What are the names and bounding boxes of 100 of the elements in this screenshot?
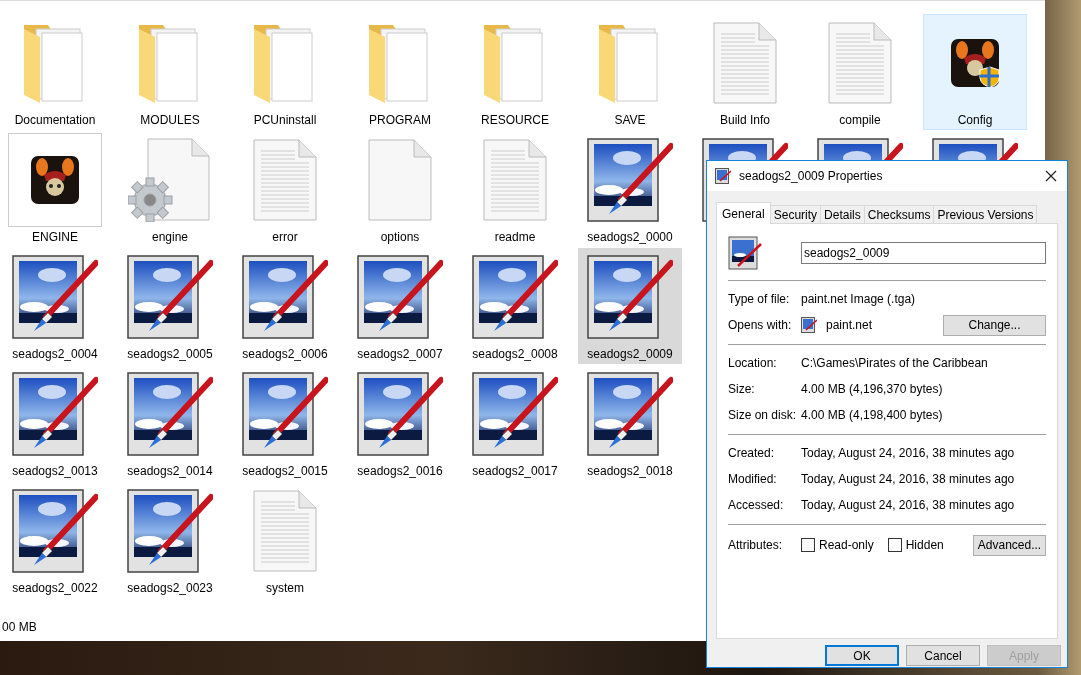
file-item[interactable]: engine [118, 131, 222, 247]
change-button[interactable]: Change... [943, 314, 1046, 336]
checkbox[interactable] [801, 538, 815, 552]
file-item[interactable]: seadogs2_0016 [348, 365, 452, 481]
image-brush-icon[interactable] [12, 372, 98, 456]
property-value: paint.net Image (.tga) [801, 292, 916, 306]
image-brush-icon[interactable] [12, 255, 98, 339]
file-item[interactable]: RESOURCE [463, 14, 567, 130]
file-name: seadogs2_0009 [587, 347, 673, 361]
property-label: Type of file: [728, 292, 791, 306]
file-item[interactable]: options [348, 131, 452, 247]
file-name: seadogs2_0004 [12, 347, 98, 361]
dialog-button[interactable]: OK [825, 645, 899, 666]
file-name: options [380, 230, 420, 244]
file-item[interactable]: seadogs2_0004 [3, 248, 107, 364]
file-name: RESOURCE [481, 113, 549, 127]
file-name: seadogs2_0023 [127, 581, 213, 595]
property-label: Created: [728, 446, 776, 460]
image-brush-icon[interactable] [242, 372, 328, 456]
file-name: seadogs2_0005 [127, 347, 213, 361]
file-item[interactable]: seadogs2_0008 [463, 248, 567, 364]
file-name: SAVE [614, 113, 646, 127]
file-name-field[interactable]: seadogs2_0009 [801, 242, 1046, 264]
file-item[interactable]: seadogs2_0009 [578, 248, 682, 364]
property-value: C:\Games\Pirates of the Caribbean [801, 356, 988, 370]
file-name: seadogs2_0015 [242, 464, 328, 478]
checkbox-label: Read-only [819, 538, 874, 552]
property-label: Attributes: [728, 538, 784, 552]
file-name: system [266, 581, 304, 595]
file-item[interactable]: seadogs2_0022 [3, 482, 107, 598]
file-name: seadogs2_0014 [127, 464, 213, 478]
image-brush-icon[interactable] [587, 255, 673, 339]
image-brush-icon[interactable] [472, 255, 558, 339]
property-label: Modified: [728, 472, 778, 486]
file-item[interactable]: error [233, 131, 337, 247]
file-name: Config [957, 113, 993, 127]
image-brush-icon[interactable] [12, 489, 98, 573]
file-name: Documentation [14, 113, 96, 127]
tab[interactable]: Previous Versions [933, 205, 1038, 223]
tab[interactable]: Security [769, 205, 822, 223]
dialog-button[interactable]: Cancel [906, 645, 980, 666]
file-item[interactable]: seadogs2_0018 [578, 365, 682, 481]
file-name: MODULES [140, 113, 200, 127]
file-item[interactable]: seadogs2_0000 [578, 131, 682, 247]
file-item[interactable]: MODULES [118, 14, 222, 130]
file-item[interactable]: Build Info [693, 14, 797, 130]
file-name: seadogs2_0007 [357, 347, 443, 361]
file-name: seadogs2_0013 [12, 464, 98, 478]
image-brush-icon [715, 168, 731, 184]
advanced-button[interactable]: Advanced... [973, 534, 1046, 556]
file-item[interactable]: PROGRAM [348, 14, 452, 130]
image-brush-icon[interactable] [242, 255, 328, 339]
close-icon[interactable] [1045, 170, 1057, 182]
property-value: Today, August 24, 2016, 38 minutes ago [801, 446, 1015, 460]
file-item[interactable]: PCUninstall [233, 14, 337, 130]
file-name: PROGRAM [369, 113, 431, 127]
file-item[interactable]: readme [463, 131, 567, 247]
property-label: Location: [728, 356, 778, 370]
tab[interactable]: General [716, 202, 771, 224]
file-item[interactable]: seadogs2_0006 [233, 248, 337, 364]
file-name: ENGINE [32, 230, 78, 244]
file-item[interactable]: seadogs2_0014 [118, 365, 222, 481]
file-item[interactable]: Config [923, 14, 1027, 130]
file-name: engine [151, 230, 188, 244]
image-brush-icon[interactable] [127, 489, 213, 573]
property-label: Accessed: [728, 498, 785, 512]
property-label: Size: [728, 382, 756, 396]
property-value: Today, August 24, 2016, 38 minutes ago [801, 472, 1015, 486]
file-name: seadogs2_0000 [587, 230, 673, 244]
property-value: Today, August 24, 2016, 38 minutes ago [801, 498, 1015, 512]
image-brush-icon [728, 236, 762, 270]
file-name: seadogs2_0022 [12, 581, 98, 595]
file-item[interactable]: seadogs2_0013 [3, 365, 107, 481]
skull-app-icon[interactable] [30, 155, 80, 205]
file-item[interactable]: seadogs2_0007 [348, 248, 452, 364]
file-item[interactable]: system [233, 482, 337, 598]
file-item[interactable]: Documentation [3, 14, 107, 130]
file-name: readme [494, 230, 536, 244]
dialog-title: seadogs2_0009 Properties [739, 169, 884, 183]
file-item[interactable]: seadogs2_0023 [118, 482, 222, 598]
image-brush-icon[interactable] [472, 372, 558, 456]
image-brush-icon[interactable] [587, 372, 673, 456]
file-name: PCUninstall [253, 113, 317, 127]
file-item[interactable]: seadogs2_0015 [233, 365, 337, 481]
image-brush-icon[interactable] [127, 255, 213, 339]
file-item[interactable]: SAVE [578, 14, 682, 130]
file-item[interactable]: seadogs2_0005 [118, 248, 222, 364]
file-item[interactable]: seadogs2_0017 [463, 365, 567, 481]
image-brush-icon[interactable] [357, 255, 443, 339]
image-brush-icon [801, 317, 817, 333]
file-item[interactable]: compile [808, 14, 912, 130]
file-name: Build Info [719, 113, 770, 127]
property-value: 4.00 MB (4,196,370 bytes) [801, 382, 943, 396]
image-brush-icon[interactable] [587, 138, 673, 222]
file-name: compile [839, 113, 881, 127]
image-brush-icon[interactable] [127, 372, 213, 456]
property-label: Opens with: [728, 318, 793, 332]
checkbox[interactable] [887, 538, 902, 552]
skull-shield-icon[interactable] [950, 38, 1000, 88]
image-brush-icon[interactable] [357, 372, 443, 456]
